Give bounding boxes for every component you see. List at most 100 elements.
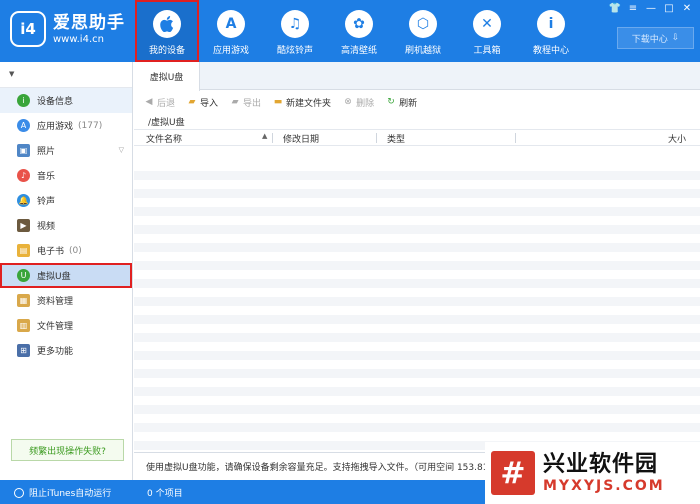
sidebar-item-music[interactable]: ♪ 音乐 — [0, 163, 132, 188]
import-icon: ▰ — [188, 97, 196, 107]
export-button[interactable]: ▰ 导出 — [230, 96, 261, 109]
usb-icon: U — [17, 269, 30, 282]
maximize-icon[interactable]: □ — [662, 2, 676, 14]
app-name: 爱思助手 — [53, 12, 125, 33]
book-icon: ▤ — [17, 244, 30, 257]
app-store-icon: A — [217, 10, 245, 38]
refresh-button[interactable]: ↻ 刷新 — [386, 96, 417, 109]
watermark-cn: 兴业软件园 — [543, 452, 659, 477]
column-divider[interactable] — [515, 133, 516, 143]
menu-icon[interactable]: ≡ — [626, 2, 640, 14]
contacts-icon: ▦ — [17, 294, 30, 307]
sidebar-item-data-management[interactable]: ▦ 资料管理 — [0, 288, 132, 313]
column-size[interactable]: 大小 — [668, 132, 686, 145]
sidebar-item-label: 铃声 — [37, 197, 56, 207]
app-store-icon: A — [17, 119, 30, 132]
bell-icon: 🔔 — [17, 194, 30, 207]
sidebar-item-label: 资料管理 — [37, 297, 74, 307]
nav-toolbox[interactable]: ✕ 工具箱 — [455, 0, 519, 62]
sidebar-item-label: 设备信息 — [37, 97, 74, 107]
skin-icon[interactable]: 👕 — [608, 2, 622, 14]
column-name[interactable]: 文件名称 — [146, 132, 182, 145]
folder-icon: ▥ — [17, 319, 30, 332]
caret-down-icon: ▼ — [9, 70, 15, 78]
new-folder-button[interactable]: ▬ 新建文件夹 — [273, 96, 331, 109]
sidebar-item-file-management[interactable]: ▥ 文件管理 — [0, 313, 132, 338]
sidebar-item-label: 应用游戏 — [37, 122, 74, 132]
sidebar-item-label: 电子书 — [37, 247, 65, 257]
nav-flash-jailbreak[interactable]: ⬡ 刷机越狱 — [391, 0, 455, 62]
tools-icon: ✕ — [473, 10, 501, 38]
sort-caret-icon: ▲ — [262, 132, 268, 140]
grid-icon: ⊞ — [17, 344, 30, 357]
title-bar: i4 爱思助手 www.i4.cn 我的设备 A 应用游戏 ♫ 酷炫铃声 ✿ 高… — [0, 0, 700, 62]
new-folder-icon: ▬ — [273, 97, 283, 107]
close-icon[interactable]: ✕ — [680, 2, 694, 14]
column-modified[interactable]: 修改日期 — [283, 132, 319, 145]
logo-badge: i4 — [10, 11, 46, 47]
app-url: www.i4.cn — [53, 33, 104, 45]
block-itunes-label: 阻止iTunes自动运行 — [29, 489, 112, 499]
chevron-down-icon[interactable]: ▽ — [119, 146, 124, 154]
minimize-icon[interactable]: — — [644, 2, 658, 14]
flower-icon: ✿ — [345, 10, 373, 38]
main-panel: 虚拟U盘 ◀ 后退 ▰ 导入 ▰ 导出 ▬ 新建文件夹 ⊗ 删除 ↻ 刷新 /虚拟U盘 文件… — [134, 62, 700, 480]
back-icon: ◀ — [145, 97, 153, 107]
sidebar-item-count: (0) — [69, 245, 82, 256]
delete-icon: ⊗ — [344, 97, 352, 107]
item-count: 0 个项目 — [147, 489, 183, 499]
device-selector[interactable]: ▼ — [0, 62, 132, 88]
sidebar-item-count: (177) — [78, 120, 103, 131]
back-button[interactable]: ◀ 后退 — [144, 96, 175, 109]
column-divider[interactable] — [376, 133, 377, 143]
column-header: 文件名称 ▲ 修改日期 类型 大小 — [134, 130, 700, 146]
download-center-button[interactable]: 下载中心 ⇩ — [617, 27, 694, 49]
nav-wallpapers[interactable]: ✿ 高清壁纸 — [327, 0, 391, 62]
sidebar-item-label: 照片 — [37, 147, 56, 157]
toolbar: ◀ 后退 ▰ 导入 ▰ 导出 ▬ 新建文件夹 ⊗ 删除 ↻ 刷新 — [134, 90, 700, 114]
tab-virtual-udisk[interactable]: 虚拟U盘 — [134, 62, 200, 91]
refresh-icon: ↻ — [387, 97, 395, 107]
nav-tutorials[interactable]: i 教程中心 — [519, 0, 583, 62]
block-itunes-toggle[interactable]: 阻止iTunes自动运行 — [14, 486, 111, 499]
sidebar-item-more-functions[interactable]: ⊞ 更多功能 — [0, 338, 132, 363]
radio-icon — [14, 487, 24, 498]
sidebar-item-apps-games[interactable]: A 应用游戏 (177) — [0, 113, 132, 138]
video-icon: ▶ — [17, 219, 30, 232]
sidebar-item-photos[interactable]: ▣ 照片 ▽ — [0, 138, 132, 163]
download-icon: ⇩ — [671, 33, 680, 43]
info-icon: i — [17, 94, 30, 107]
path-bar: /虚拟U盘 — [134, 114, 700, 130]
watermark-en: MYXYJS.COM — [543, 478, 665, 494]
sidebar-item-label: 文件管理 — [37, 322, 74, 332]
delete-button[interactable]: ⊗ 删除 — [343, 96, 374, 109]
window-controls: 👕 ≡ — □ ✕ — [608, 2, 694, 14]
nav-my-device[interactable]: 我的设备 — [135, 0, 199, 62]
sidebar-item-label: 音乐 — [37, 172, 56, 182]
photo-icon: ▣ — [17, 144, 30, 157]
top-nav: 我的设备 A 应用游戏 ♫ 酷炫铃声 ✿ 高清壁纸 ⬡ 刷机越狱 ✕ 工具箱 i… — [135, 0, 583, 62]
sidebar-item-ringtones[interactable]: 🔔 铃声 — [0, 188, 132, 213]
nav-apps-games[interactable]: A 应用游戏 — [199, 0, 263, 62]
download-center-label: 下载中心 — [631, 34, 668, 45]
nav-ringtones[interactable]: ♫ 酷炫铃声 — [263, 0, 327, 62]
info-icon: i — [537, 10, 565, 38]
sidebar-item-virtual-udisk[interactable]: U 虚拟U盘 — [0, 263, 132, 288]
column-type[interactable]: 类型 — [387, 132, 405, 145]
help-link[interactable]: 频繁出现操作失败? — [11, 439, 124, 461]
import-button[interactable]: ▰ 导入 — [187, 96, 218, 109]
column-divider[interactable] — [272, 133, 273, 143]
sidebar-item-ebooks[interactable]: ▤ 电子书 (0) — [0, 238, 132, 263]
hash-icon: # — [491, 451, 535, 495]
box-icon: ⬡ — [409, 10, 437, 38]
sidebar-item-label: 视频 — [37, 222, 56, 232]
sidebar-item-label: 虚拟U盘 — [37, 272, 71, 282]
app-logo: i4 爱思助手 www.i4.cn — [10, 11, 125, 47]
export-icon: ▰ — [231, 97, 239, 107]
tab-bar: 虚拟U盘 — [134, 62, 700, 91]
file-list[interactable] — [134, 162, 700, 452]
apple-icon — [153, 10, 181, 38]
sidebar-item-label: 更多功能 — [37, 347, 74, 357]
sidebar-item-videos[interactable]: ▶ 视频 — [0, 213, 132, 238]
sidebar-item-device-info[interactable]: i 设备信息 — [0, 88, 132, 113]
